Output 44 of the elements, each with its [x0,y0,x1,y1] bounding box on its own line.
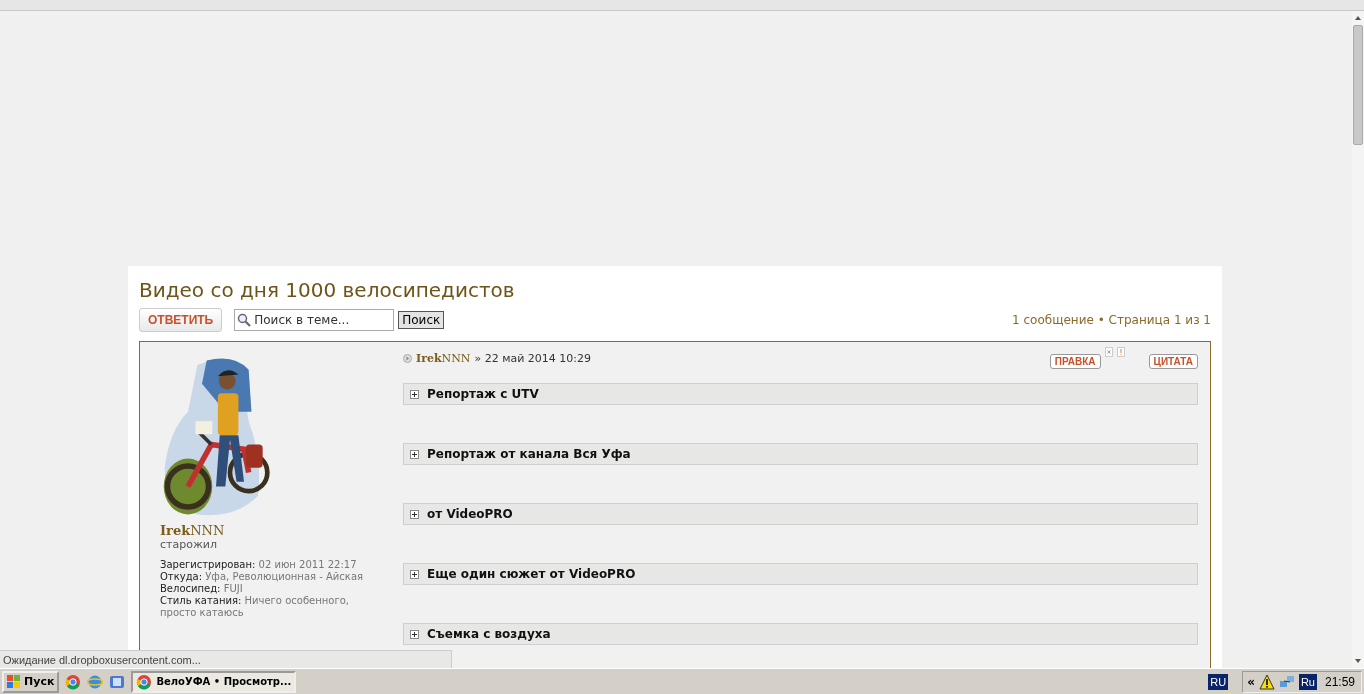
spoiler-header[interactable]: Репортаж с UTV [403,383,1198,405]
user-rank: старожил [160,538,218,551]
edit-button[interactable]: ПРАВКА [1049,353,1101,369]
tray-expand-button[interactable]: « [1247,674,1255,689]
windows-icon [7,674,21,689]
pagination-text: 1 сообщение • Страница 1 из 1 [1012,313,1211,327]
search-icon [237,313,252,327]
browser-icon[interactable] [65,673,82,690]
language-indicator[interactable]: Ru [1298,673,1317,690]
topic-title: Видео со дня 1000 велосипедистов [139,278,516,302]
profile-field: Стиль катания: Ничего особенного, просто катаюсь [160,595,369,619]
plus-icon [410,629,419,639]
post-icon [403,353,412,363]
scrollbar[interactable] [1352,11,1364,668]
reply-button[interactable]: ОТВЕТИТЬ [139,308,223,332]
delete-icon[interactable] [1104,347,1113,357]
plus-icon [410,389,419,399]
spoiler-header[interactable]: Репортаж от канала Вся Уфа [403,443,1198,465]
spoiler-header[interactable]: от VideoPRO [403,503,1198,525]
profile-field: Зарегистрирован: 02 июн 2011 22:17 [160,559,369,571]
warning-icon[interactable] [1258,673,1275,690]
search-field[interactable]: Поиск в теме... [234,309,395,331]
language-indicator[interactable]: RU [1208,673,1229,690]
plus-icon [410,569,419,579]
spoiler-header[interactable]: Съемка с воздуха [403,623,1198,645]
taskbar-window-button[interactable]: ВелоУФА • Просмотр... [131,670,297,693]
scroll-thumb[interactable] [1353,25,1363,145]
status-bar: Ожидание dl.dropboxusercontent.com... [0,650,452,668]
start-button[interactable]: Пуск [2,670,60,693]
plus-icon [410,509,419,519]
username-link[interactable]: IrekNNN [160,523,375,538]
post-date: » 22 май 2014 10:29 [474,351,592,365]
quote-button[interactable]: ЦИТАТА [1148,353,1198,369]
profile-field: Велосипед: FUJI [160,583,369,595]
clock: 21:59 [1324,674,1355,689]
profile-field: Откуда: Уфа, Революционная - Айская [160,571,369,583]
spoiler-header[interactable]: Еще один сюжет от VideoPRO [403,563,1198,585]
report-icon[interactable] [1116,347,1125,357]
author-link[interactable]: IrekNNN [416,351,471,365]
browser-icon [136,673,153,690]
search-button[interactable]: Поиск [398,311,445,329]
globe-icon[interactable] [87,673,104,690]
desktop-icon[interactable] [109,673,126,690]
plus-icon [410,449,419,459]
